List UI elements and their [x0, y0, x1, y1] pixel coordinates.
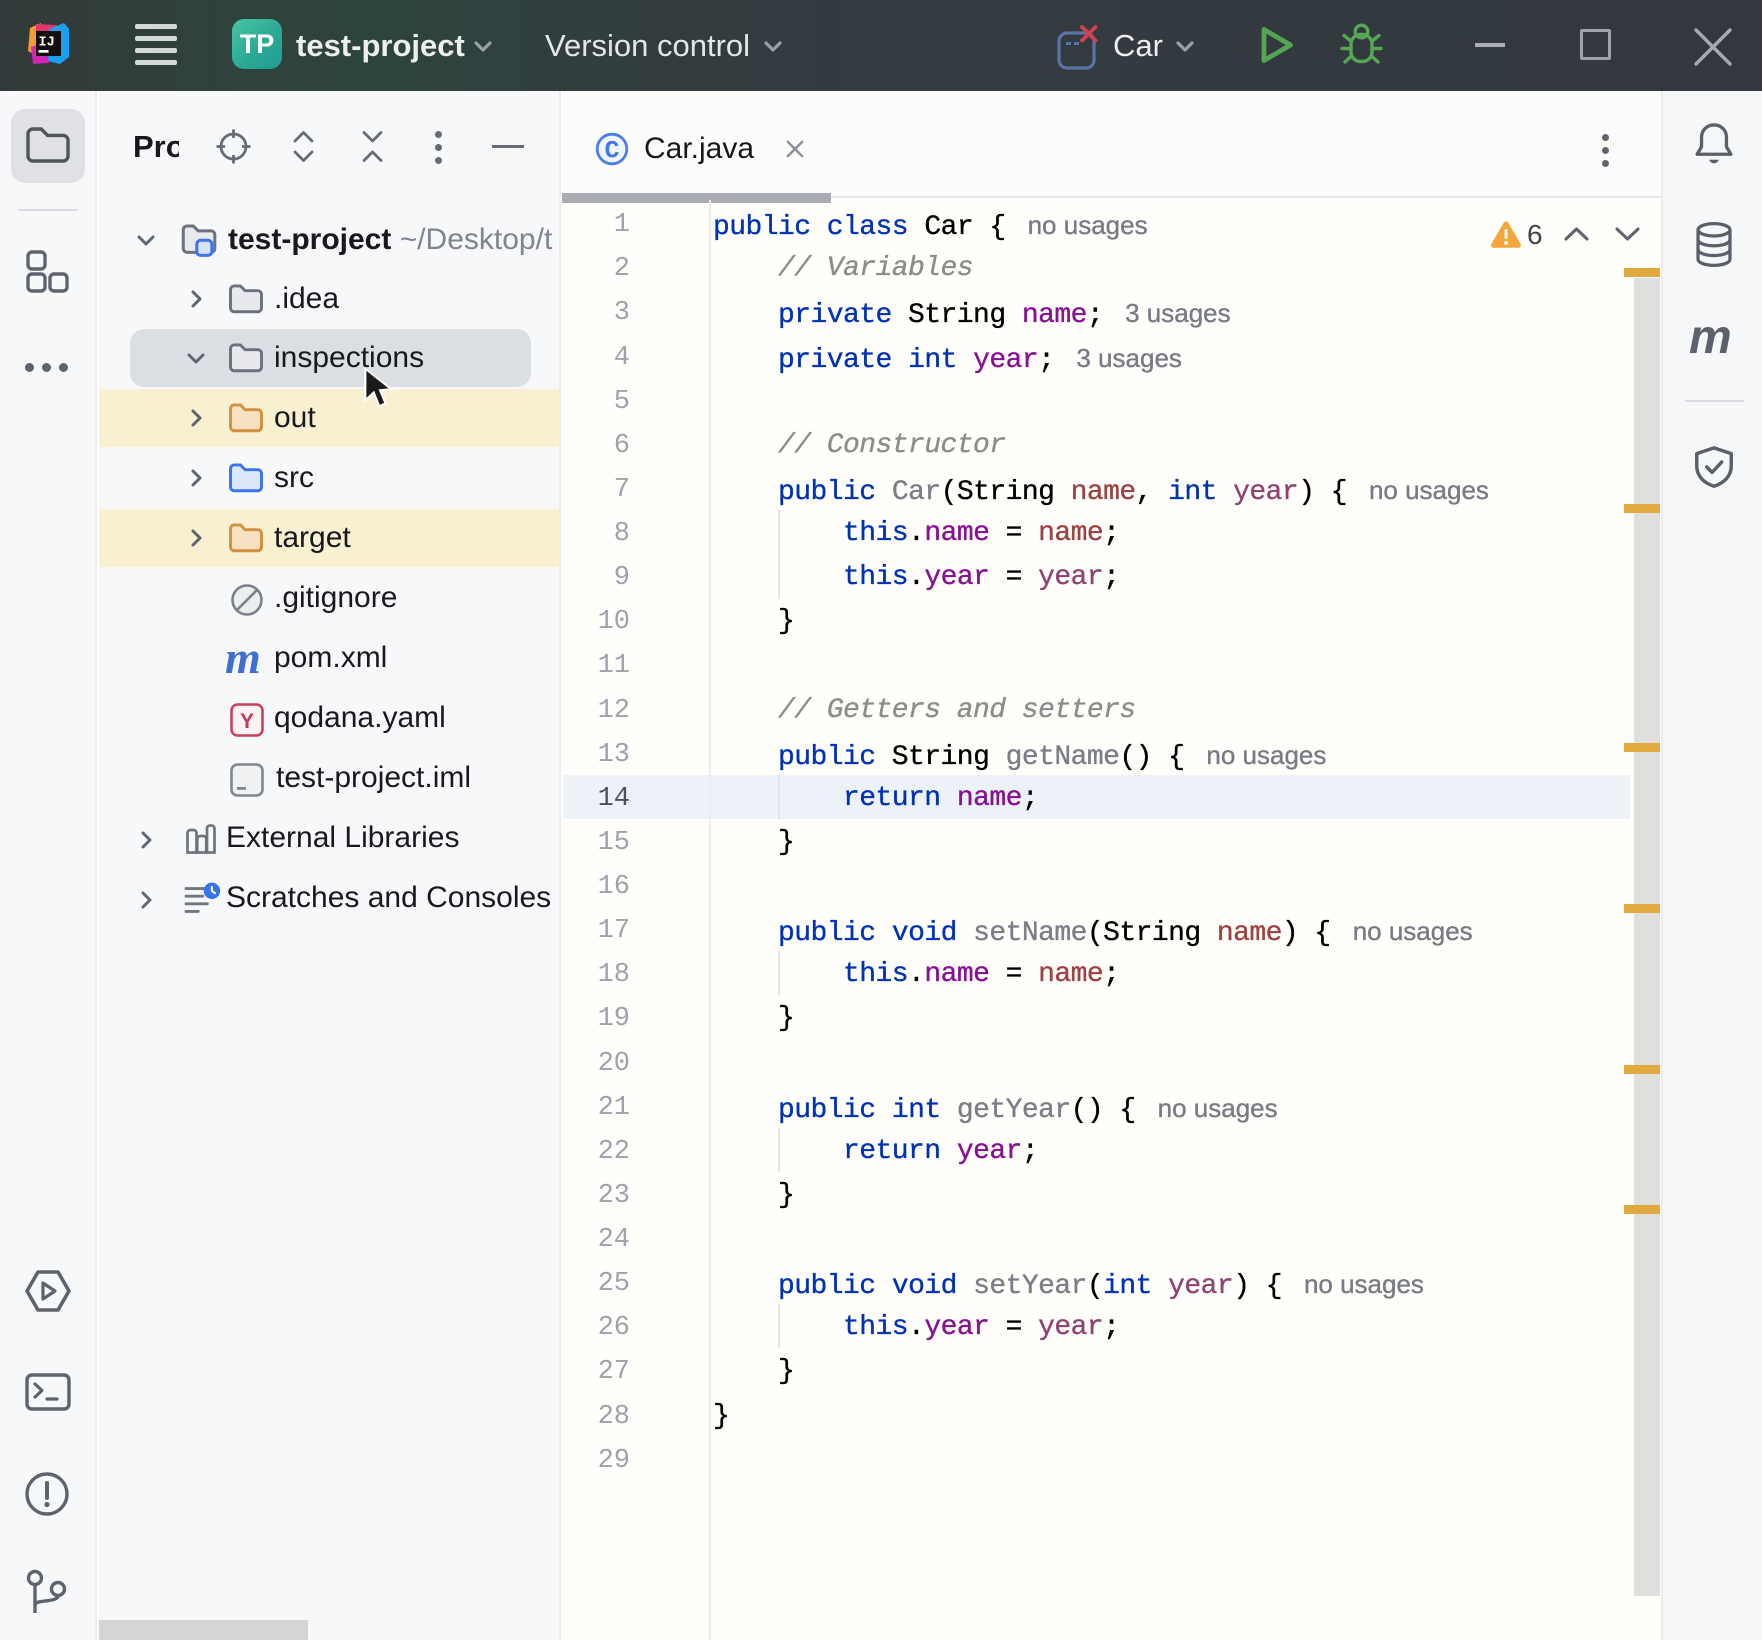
svg-text:C: C: [604, 137, 619, 166]
svg-text:IJ: IJ: [39, 36, 55, 51]
svg-text:Y: Y: [240, 710, 254, 733]
